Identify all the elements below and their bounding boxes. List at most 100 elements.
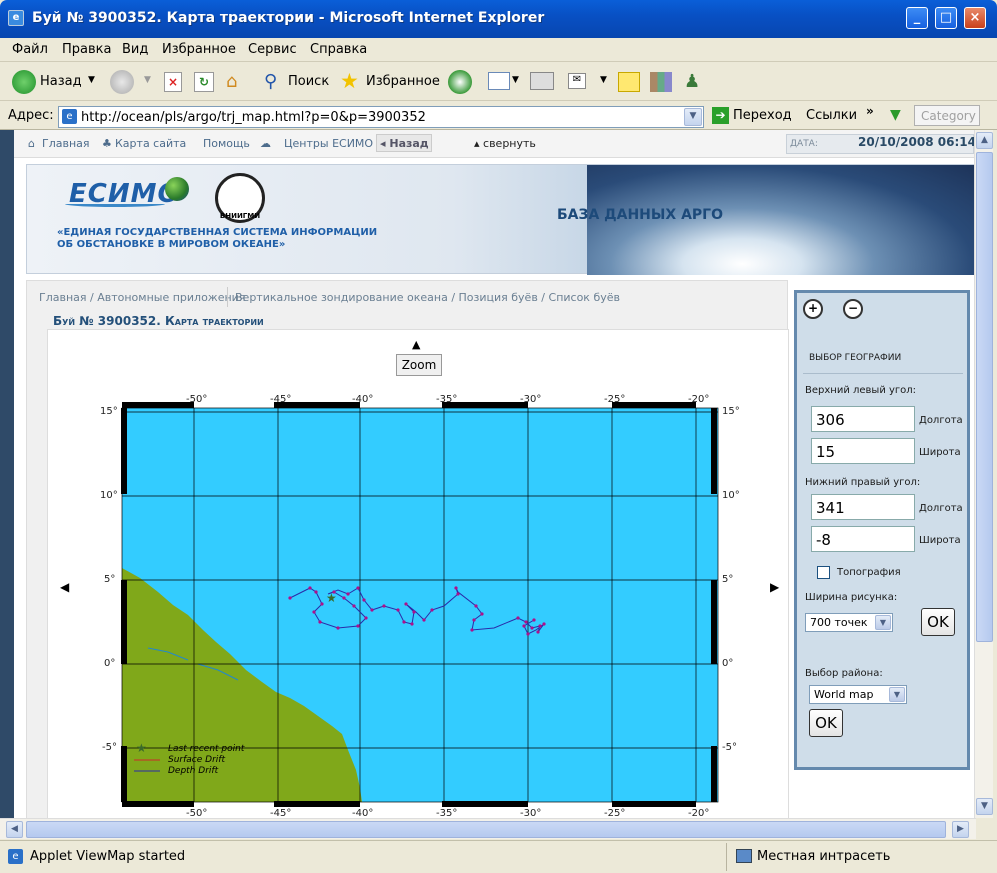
upper-left-lat-input[interactable]: 15 [811,438,915,464]
mail-icon[interactable] [488,72,510,90]
stop-icon[interactable]: × [164,72,182,92]
width-select[interactable]: 700 точек ▼ [805,613,893,632]
mail-dropdown-icon[interactable]: ▼ [512,75,519,85]
status-message: Applet ViewMap started [30,849,186,864]
map-applet[interactable]: ▲ Zoom ◀ ▶ ★ ★ -50° -45° -40° -35° -30° … [47,329,789,818]
lower-right-lat-input[interactable]: -8 [811,526,915,552]
lon-label: Долгота [919,415,963,426]
breadcrumb-part2[interactable]: Вертикальное зондирование океана / Позиц… [235,291,620,304]
zoom-out-icon[interactable]: − [843,299,863,319]
lat-label-right: -5° [722,742,737,753]
scroll-down-icon[interactable]: ▼ [976,798,993,815]
menu-edit[interactable]: Правка [62,42,111,57]
vertical-scrollbar[interactable]: ▲ ▼ [974,130,993,818]
address-input[interactable]: e http://ocean/pls/argo/trj_map.html?p=0… [58,106,704,128]
lower-right-lon-input[interactable]: 341 [811,494,915,520]
minimize-button[interactable]: _ [906,7,928,29]
address-dropdown-icon[interactable]: ▼ [684,108,702,126]
go-arrow-icon[interactable]: ➔ [712,107,729,124]
apply-width-button[interactable]: OK [921,608,955,636]
print-icon[interactable] [530,72,554,90]
region-select[interactable]: World map ▼ [809,685,907,704]
chevron-down-icon[interactable]: ▼ [875,615,891,630]
intranet-icon [736,849,752,863]
menu-tools[interactable]: Сервис [248,42,297,57]
nav-home-icon[interactable]: ⌂ [28,137,35,150]
green-checkmark-icon[interactable]: ▼ [890,107,901,123]
favorites-star-icon[interactable]: ★ [340,69,359,93]
close-button[interactable]: × [964,7,986,29]
left-rail [0,130,14,818]
address-url[interactable]: http://ocean/pls/argo/trj_map.html?p=0&p… [81,110,426,125]
links-button[interactable]: Ссылки [806,108,857,123]
scroll-right-icon[interactable]: ▶ [952,821,969,838]
menu-help[interactable]: Справка [310,42,367,57]
search-button[interactable]: Поиск [288,74,329,89]
vniigmi-emblem: ВНИИГМИ [215,173,265,223]
page-content: ⌂ Главная ♣ Карта сайта Помощь ☁ Центры … [14,130,974,818]
legend-last-point: Last recent point [168,744,245,754]
scroll-left-icon[interactable]: ◀ [6,821,23,838]
security-zone: Местная интрасеть [757,849,891,864]
forward-dropdown-icon[interactable]: ▼ [144,75,151,85]
nav-sitemap-icon[interactable]: ♣ [102,137,112,150]
topography-label: Топография [837,567,901,578]
forward-arrow-icon[interactable] [110,70,134,94]
region-label: Выбор района: [805,668,883,679]
nav-sitemap[interactable]: Карта сайта [115,137,186,150]
research-icon[interactable] [650,72,672,92]
lon-label-top: -25° [604,394,626,405]
lat-label-left: 15° [100,406,118,417]
menu-favorites[interactable]: Избранное [162,42,236,57]
lon-label-bottom: -50° [186,808,208,818]
zoom-in-icon[interactable]: + [803,299,823,319]
window-titlebar[interactable]: e Буй № 3900352. Карта траектории - Micr… [0,0,997,38]
scroll-thumb[interactable] [976,152,993,642]
geography-panel: + − ВЫБОР ГЕОГРАФИИ Верхний левый угол: … [794,290,970,770]
horizontal-scrollbar[interactable]: ◀ ▶ [0,818,976,839]
menu-file[interactable]: Файл [12,42,48,57]
maximize-button[interactable]: □ [935,7,957,29]
back-dropdown-icon[interactable]: ▼ [88,75,95,85]
search-icon[interactable]: ⚲ [264,71,277,92]
nav-esimo-centers[interactable]: Центры ЕСИМО [284,137,373,150]
banner-tagline-2: ОБ ОБСТАНОВКЕ В МИРОВОМ ОКЕАНЕ» [57,239,286,250]
status-page-icon: e [8,849,23,864]
edit-icon[interactable]: ✉ [568,73,586,89]
home-icon[interactable]: ⌂ [226,71,248,93]
links-chevron-icon[interactable]: » [866,104,874,118]
back-button[interactable]: Назад [40,74,82,89]
lon-label-top: -45° [270,394,292,405]
favorites-button[interactable]: Избранное [366,74,440,89]
go-button[interactable]: Переход [733,108,792,123]
edit-dropdown-icon[interactable]: ▼ [600,75,607,85]
lon-label: Долгота [919,503,963,514]
nav-esimo-icon[interactable]: ☁ [260,137,271,150]
section-title: ВЫБОР ГЕОГРАФИИ [809,353,902,363]
hscroll-thumb[interactable] [26,821,946,838]
messenger-icon[interactable]: ♟ [684,71,700,92]
lon-label-top: -35° [436,394,458,405]
apply-region-button[interactable]: OK [809,709,843,737]
category-field[interactable]: Category [914,105,980,126]
logo-swoosh [65,201,165,207]
upper-left-lon-input[interactable]: 306 [811,406,915,432]
menu-view[interactable]: Вид [122,42,148,57]
collapse-link[interactable]: ▴ свернуть [474,137,536,150]
nav-home[interactable]: Главная [42,137,90,150]
back-arrow-icon[interactable] [12,70,36,94]
topography-checkbox[interactable] [817,566,830,579]
breadcrumb-part1[interactable]: Главная / Автономные приложения [39,291,245,304]
refresh-icon[interactable]: ↻ [194,72,214,92]
upper-left-label: Верхний левый угол: [805,385,917,396]
scroll-up-icon[interactable]: ▲ [976,132,993,149]
notes-icon[interactable] [618,72,640,92]
status-bar: e Applet ViewMap started Местная интрасе… [0,840,997,873]
database-title: БАЗА ДАННЫХ АРГО [557,207,723,223]
lon-label-bottom: -40° [352,808,374,818]
history-icon[interactable] [448,70,472,94]
nav-back[interactable]: ◂ Назад [380,137,429,150]
nav-help[interactable]: Помощь [203,137,250,150]
chevron-down-icon[interactable]: ▼ [889,687,905,702]
globe-icon [165,177,189,201]
